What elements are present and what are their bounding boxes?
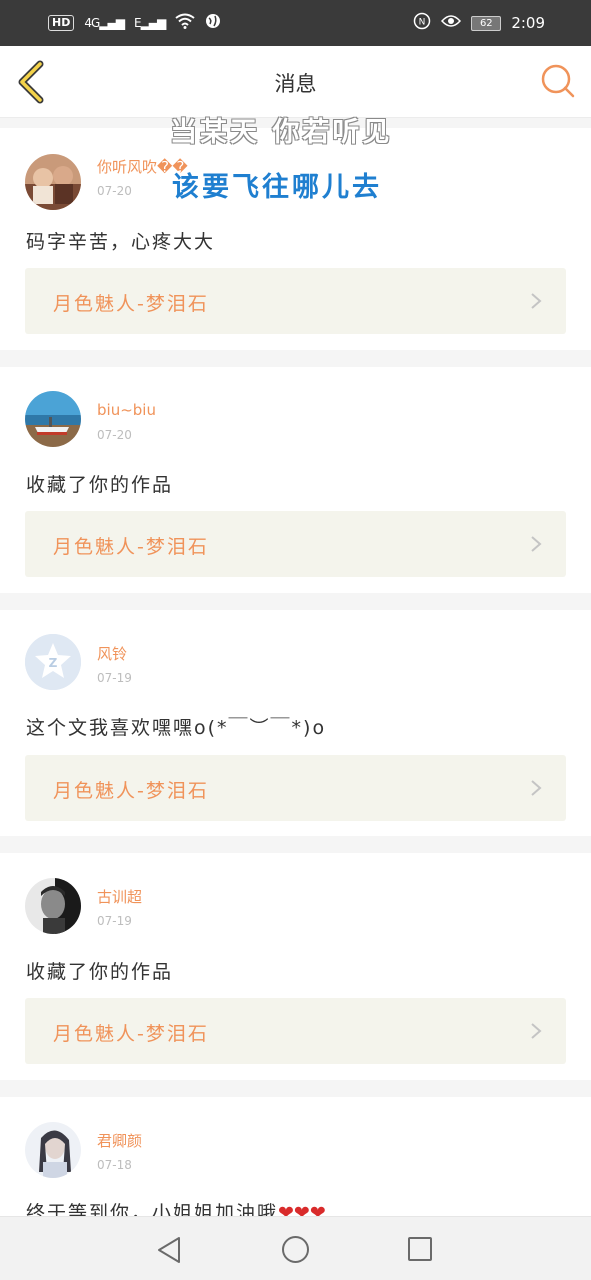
avatar[interactable] (25, 1122, 81, 1178)
message-card[interactable]: Z 风铃 07-19 这个文我喜欢嘿嘿o(*￣︶￣*)o 月色魅人-梦泪石 (0, 610, 591, 836)
search-icon (541, 64, 575, 98)
user-name[interactable]: 古训超 (97, 886, 142, 907)
message-card[interactable]: 你听风吹�� 07-20 码字辛苦，心疼大大 月色魅人-梦泪石 (0, 128, 591, 350)
message-card[interactable]: biu~biu 07-20 收藏了你的作品 月色魅人-梦泪石 (0, 367, 591, 593)
clock: 2:09 (511, 14, 545, 32)
chevron-right-icon (531, 780, 542, 796)
work-link[interactable]: 月色魅人-梦泪石 (25, 755, 566, 821)
chevron-right-icon (531, 293, 542, 309)
lyric-line-1: 当某天 你若听见 (170, 117, 393, 148)
signal-icon: 4G▂▄▆ (84, 16, 125, 30)
home-circle-icon[interactable] (282, 1236, 309, 1263)
work-link[interactable]: 月色魅人-梦泪石 (25, 511, 566, 577)
message-date: 07-20 (97, 428, 132, 442)
page-title: 消息 (274, 72, 317, 96)
user-name[interactable]: 风铃 (97, 643, 127, 664)
avatar[interactable]: Z (25, 634, 81, 690)
message-card[interactable]: 君卿颜 07-18 终于等到你，小姐姐加油哦❤❤❤ (0, 1097, 591, 1227)
status-bar: HD 4G▂▄▆ E▂▄▆ N 62 2:09 (0, 0, 591, 46)
message-date: 07-19 (97, 914, 132, 928)
status-right: N 62 2:09 (413, 12, 545, 34)
chevron-right-icon (531, 1023, 542, 1039)
avatar[interactable] (25, 878, 81, 934)
work-title: 月色魅人-梦泪石 (53, 780, 209, 802)
message-date: 07-20 (97, 184, 132, 198)
default-avatar-icon: Z (25, 634, 81, 690)
work-title: 月色魅人-梦泪石 (53, 293, 209, 315)
globe-icon (205, 13, 221, 33)
recents-square-icon[interactable] (408, 1237, 432, 1261)
user-name[interactable]: 君卿颜 (97, 1130, 142, 1151)
message-date: 07-18 (97, 1158, 132, 1172)
search-button[interactable] (539, 62, 577, 100)
message-text: 收藏了你的作品 (26, 961, 174, 983)
message-text: 这个文我喜欢嘿嘿o(*￣︶￣*)o (26, 717, 327, 739)
message-card[interactable]: 古训超 07-19 收藏了你的作品 月色魅人-梦泪石 (0, 853, 591, 1080)
work-title: 月色魅人-梦泪石 (53, 1023, 209, 1045)
work-title: 月色魅人-梦泪石 (53, 536, 209, 558)
signal-icon-2: E▂▄▆ (133, 16, 166, 30)
chevron-right-icon (531, 536, 542, 552)
system-nav-bar (0, 1216, 591, 1280)
svg-text:N: N (419, 18, 426, 28)
hd-indicator: HD (48, 15, 75, 31)
nfc-icon: N (413, 12, 431, 34)
work-link[interactable]: 月色魅人-梦泪石 (25, 998, 566, 1064)
message-text: 收藏了你的作品 (26, 474, 174, 496)
lyric-line-2: 该要飞往哪儿去 (172, 172, 382, 203)
wifi-icon (175, 13, 195, 33)
eye-icon (441, 14, 462, 32)
message-date: 07-19 (97, 671, 132, 685)
battery-icon: 62 (471, 15, 502, 31)
status-left: HD 4G▂▄▆ E▂▄▆ (48, 13, 221, 33)
work-link[interactable]: 月色魅人-梦泪石 (25, 268, 566, 334)
app-header: 消息 (0, 46, 591, 118)
message-text: 码字辛苦，心疼大大 (26, 231, 216, 253)
avatar[interactable] (25, 154, 81, 210)
back-triangle-icon[interactable] (156, 1236, 182, 1264)
user-name[interactable]: biu~biu (97, 401, 156, 419)
svg-text:Z: Z (49, 656, 58, 670)
avatar[interactable] (25, 391, 81, 447)
phone-screen: HD 4G▂▄▆ E▂▄▆ N 62 2:09 消息 当某天 你若听见 该要飞往… (0, 0, 591, 1280)
